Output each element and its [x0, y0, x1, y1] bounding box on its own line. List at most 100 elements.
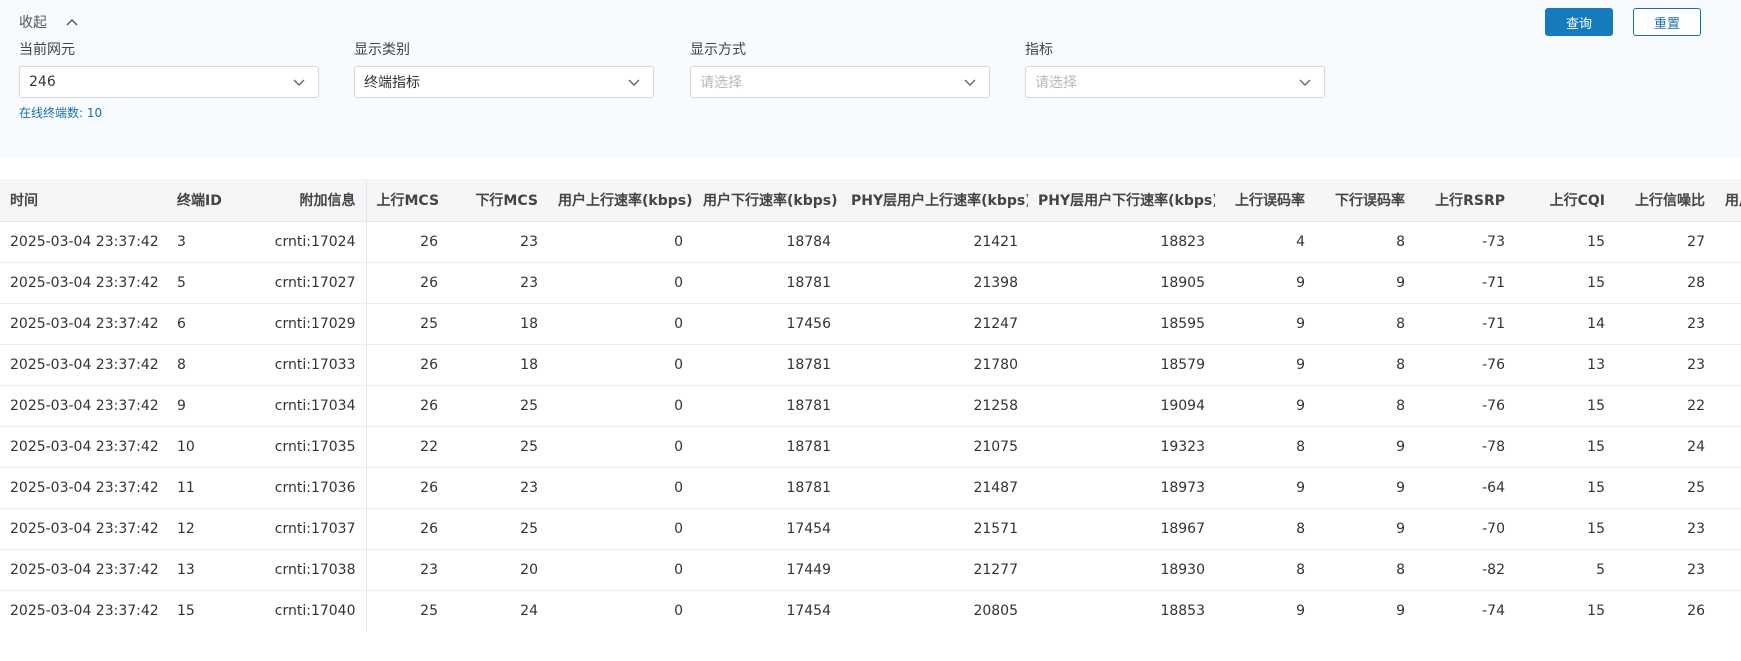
table-row[interactable]: 2025-03-04 23:37:42 9 crnti:17034 26 25 0 1878… [0, 385, 1741, 427]
table-cell: crnti:17029 [258, 303, 367, 345]
table-cell: 19323 [1028, 426, 1215, 468]
table-body: 2025-03-04 23:37:42 3 crnti:17024 26 23 0 1878… [0, 221, 1741, 631]
mode-label: 显示方式 [690, 42, 746, 58]
table-cell: 0 [548, 385, 693, 427]
table-cell: 15 [167, 590, 258, 631]
table-cell: 26 [366, 344, 448, 386]
mode-select[interactable]: 请选择 [690, 66, 990, 98]
table-cell: 21398 [841, 262, 1028, 304]
table-cell: 21075 [841, 426, 1028, 468]
metric-label: 指标 [1025, 42, 1053, 58]
table-row[interactable]: 2025-03-04 23:37:42 11 crnti:17036 26 23 0 187… [0, 467, 1741, 509]
table-cell: 19094 [1028, 385, 1215, 427]
table-cell: 0 [548, 262, 693, 304]
table-cell: 24 [448, 590, 548, 631]
column-header: 上行RSRP [1415, 179, 1515, 222]
table-cell: 18930 [1028, 549, 1215, 591]
table-cell: -78 [1415, 426, 1515, 468]
column-header: PHY层用户上行速率(kbps) [841, 179, 1028, 222]
table-cell: 18823 [1028, 221, 1215, 263]
ne-select[interactable]: 246 [19, 66, 319, 98]
table-cell: 18784 [693, 221, 841, 263]
table-cell: -70 [1415, 508, 1515, 550]
table-cell: 9 [1315, 508, 1415, 550]
table-cell: crnti:17036 [258, 467, 367, 509]
table-cell: 9 [1315, 426, 1415, 468]
table-cell: 25 [448, 508, 548, 550]
table-row[interactable]: 2025-03-04 23:37:42 10 crnti:17035 22 25 0 187… [0, 426, 1741, 468]
table-cell: 2025-03-04 23:37:42 [0, 467, 167, 509]
table-cell: crnti:17034 [258, 385, 367, 427]
table-cell: -82 [1415, 549, 1515, 591]
category-label: 显示类别 [354, 42, 410, 58]
category-select[interactable]: 终端指标 [354, 66, 654, 98]
table-cell: 26 [366, 467, 448, 509]
column-header: 上行误码率 [1215, 179, 1315, 222]
column-header: 下行MCS [448, 179, 548, 222]
table-cell: 18781 [693, 426, 841, 468]
table-row[interactable]: 2025-03-04 23:37:42 5 crnti:17027 26 23 0 1878… [0, 262, 1741, 304]
table-cell: 9 [1215, 344, 1315, 386]
table-cell: 8 [1315, 221, 1415, 263]
table-row[interactable]: 2025-03-04 23:37:42 13 crnti:17038 23 20 0 174… [0, 549, 1741, 591]
table-cell: -76 [1415, 385, 1515, 427]
mode-placeholder: 请选择 [700, 75, 742, 91]
table-cell: 6 [167, 303, 258, 345]
table-cell: 0 [548, 549, 693, 591]
column-header: 终端ID [167, 179, 258, 222]
table-cell: 18579 [1028, 344, 1215, 386]
table-cell: 0 [548, 426, 693, 468]
table-cell: crnti:17038 [258, 549, 367, 591]
table-cell: 26 [366, 221, 448, 263]
table-cell: 8 [1215, 508, 1315, 550]
chevron-down-icon [627, 75, 641, 89]
table-cell: 25 [366, 303, 448, 345]
column-header: 用户上行速率(kbps) [548, 179, 693, 222]
table-cell: 21571 [841, 508, 1028, 550]
table-cell: 18781 [693, 344, 841, 386]
table-cell: -74 [1415, 590, 1515, 631]
table-cell [1715, 385, 1741, 427]
table-cell: crnti:17033 [258, 344, 367, 386]
table-cell: 2025-03-04 23:37:42 [0, 385, 167, 427]
chevron-down-icon [963, 75, 977, 89]
table-cell: 5 [1515, 549, 1615, 591]
table-row[interactable]: 2025-03-04 23:37:42 6 crnti:17029 25 18 0 1745… [0, 303, 1741, 345]
metric-field: 指标 请选择 [1025, 40, 1325, 98]
table-cell: 15 [1515, 385, 1615, 427]
table-cell: 23 [366, 549, 448, 591]
table-row[interactable]: 2025-03-04 23:37:42 3 crnti:17024 26 23 0 1878… [0, 221, 1741, 263]
table-cell: 2025-03-04 23:37:42 [0, 303, 167, 345]
table-cell: 15 [1515, 590, 1615, 631]
table-cell: 17449 [693, 549, 841, 591]
table-cell: 23 [1615, 344, 1715, 386]
table-cell: -73 [1415, 221, 1515, 263]
table-cell: 27 [1615, 221, 1715, 263]
table-row[interactable]: 2025-03-04 23:37:42 12 crnti:17037 26 25 0 174… [0, 508, 1741, 550]
metric-select[interactable]: 请选择 [1025, 66, 1325, 98]
table-cell: 21258 [841, 385, 1028, 427]
table-cell: 0 [548, 303, 693, 345]
table-cell: 18 [448, 344, 548, 386]
ne-value: 246 [29, 74, 56, 90]
reset-button[interactable]: 重置 [1633, 8, 1701, 36]
category-value: 终端指标 [364, 75, 420, 91]
table-cell [1715, 303, 1741, 345]
table-cell: 9 [1215, 467, 1315, 509]
table-row[interactable]: 2025-03-04 23:37:42 15 crnti:17040 25 24 0 174… [0, 590, 1741, 631]
table-cell: 9 [1215, 590, 1315, 631]
table-cell: 2025-03-04 23:37:42 [0, 590, 167, 631]
table-cell: 15 [1515, 467, 1615, 509]
table-row[interactable]: 2025-03-04 23:37:42 8 crnti:17033 26 18 0 1878… [0, 344, 1741, 386]
table-cell: 8 [1215, 549, 1315, 591]
table-cell: crnti:17027 [258, 262, 367, 304]
query-button[interactable]: 查询 [1545, 8, 1613, 36]
table-header-row: 时间 终端ID 附加信息 上行MCS 下行MCS 用户上行速率(kbps) 用户下行速率(k… [0, 179, 1741, 222]
table-cell: 2025-03-04 23:37:42 [0, 426, 167, 468]
online-count: 在线终端数: 10 [19, 106, 103, 120]
table-cell: 26 [366, 508, 448, 550]
collapse-toggle[interactable]: 收起 [19, 12, 79, 32]
table-cell: 20805 [841, 590, 1028, 631]
table-cell: 18967 [1028, 508, 1215, 550]
table-cell: -71 [1415, 262, 1515, 304]
